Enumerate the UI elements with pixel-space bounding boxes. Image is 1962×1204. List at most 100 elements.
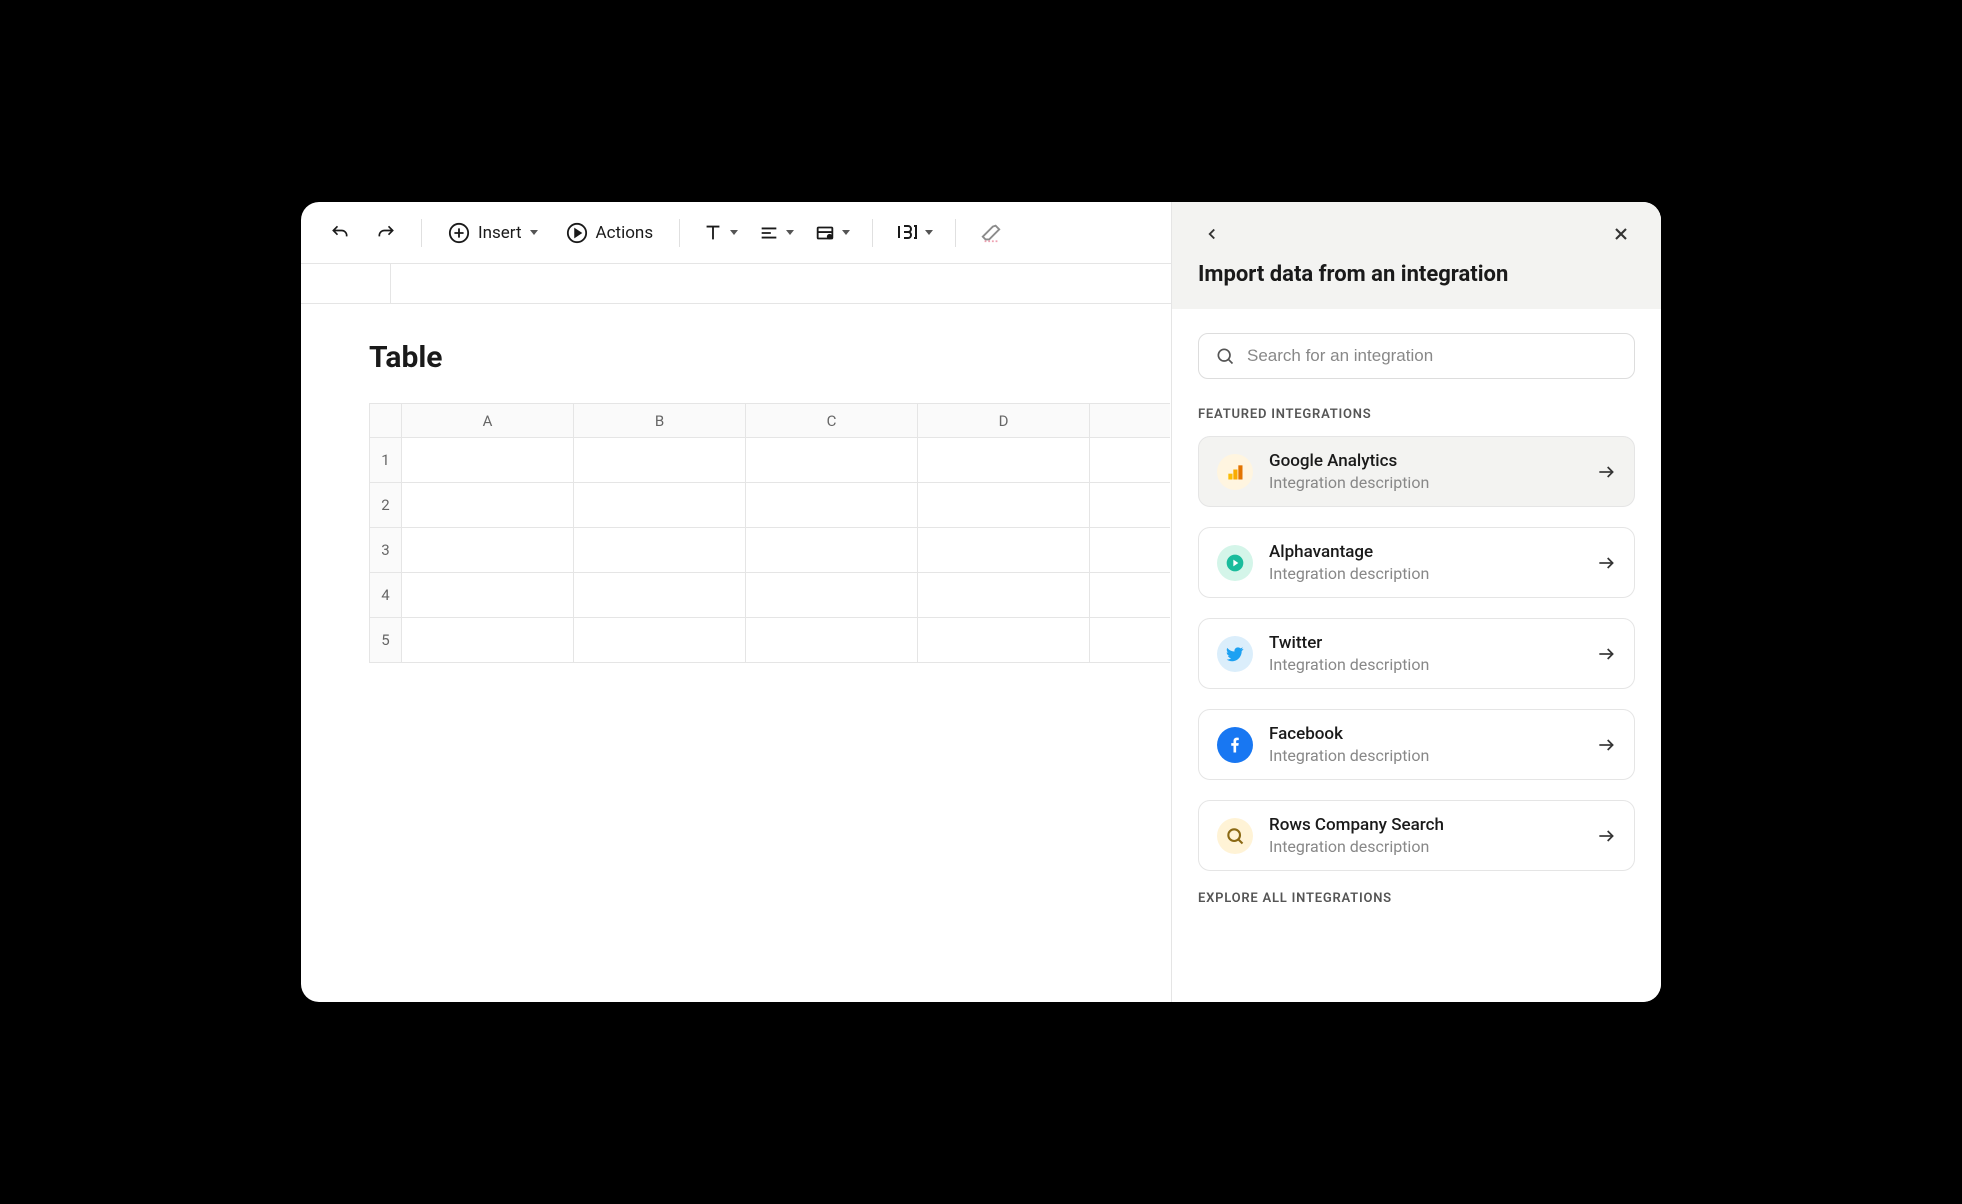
side-panel: Import data from an integration FEATURED…	[1171, 202, 1661, 1002]
toolbar-divider	[955, 219, 956, 247]
toolbar-divider	[872, 219, 873, 247]
chevron-down-icon	[786, 230, 794, 235]
integration-text: Rows Company SearchIntegration descripti…	[1269, 815, 1580, 856]
integration-name: Facebook	[1269, 724, 1580, 744]
cell[interactable]	[574, 573, 746, 618]
eraser-button[interactable]	[972, 214, 1010, 252]
cell[interactable]	[746, 528, 918, 573]
cell[interactable]	[918, 573, 1090, 618]
cell-reference-box[interactable]	[301, 264, 391, 303]
row-header[interactable]: 1	[370, 438, 402, 483]
actions-label: Actions	[596, 223, 654, 243]
cell[interactable]	[918, 438, 1090, 483]
cell[interactable]	[746, 483, 918, 528]
close-icon	[1611, 224, 1631, 244]
search-input[interactable]	[1247, 346, 1618, 366]
cell[interactable]	[402, 528, 574, 573]
chevron-down-icon	[842, 230, 850, 235]
integration-name: Rows Company Search	[1269, 815, 1580, 835]
redo-button[interactable]	[367, 214, 405, 252]
cell[interactable]	[918, 483, 1090, 528]
column-header[interactable]: A	[402, 404, 574, 438]
row-header[interactable]: 5	[370, 618, 402, 663]
arrow-right-icon	[1596, 553, 1616, 573]
integration-icon	[1217, 545, 1253, 581]
cell[interactable]	[574, 618, 746, 663]
cell[interactable]	[1090, 573, 1170, 618]
integration-icon	[1217, 727, 1253, 763]
panel-body: FEATURED INTEGRATIONS Google Analytics In…	[1172, 309, 1661, 1002]
integration-name: Alphavantage	[1269, 542, 1580, 562]
cell[interactable]	[746, 573, 918, 618]
integration-icon	[1217, 636, 1253, 672]
plus-circle-icon	[448, 222, 470, 244]
column-header[interactable]: C	[746, 404, 918, 438]
featured-section-label: FEATURED INTEGRATIONS	[1198, 407, 1635, 422]
explore-section-label: EXPLORE ALL INTEGRATIONS	[1198, 891, 1635, 906]
integration-description: Integration description	[1269, 655, 1580, 674]
spreadsheet-table: A B C D 12345	[369, 403, 1170, 663]
chevron-down-icon	[530, 230, 538, 235]
integration-text: Google Analytics Integration description	[1269, 451, 1580, 492]
close-button[interactable]	[1607, 220, 1635, 248]
cell[interactable]	[402, 438, 574, 483]
cell-format-menu[interactable]	[808, 214, 856, 252]
integration-card[interactable]: Twitter Integration description	[1198, 618, 1635, 689]
integration-description: Integration description	[1269, 746, 1580, 765]
column-header[interactable]	[1090, 404, 1170, 438]
integration-card[interactable]: Facebook Integration description	[1198, 709, 1635, 780]
back-button[interactable]	[1198, 220, 1226, 248]
cell[interactable]	[574, 528, 746, 573]
number-format-menu[interactable]	[889, 214, 939, 252]
row-header[interactable]: 4	[370, 573, 402, 618]
redo-icon	[376, 223, 396, 243]
cell[interactable]	[746, 438, 918, 483]
number-icon	[895, 222, 919, 244]
integration-card[interactable]: AlphavantageIntegration description	[1198, 527, 1635, 598]
integration-card[interactable]: Google Analytics Integration description	[1198, 436, 1635, 507]
integration-list: Google Analytics Integration description A…	[1198, 436, 1635, 871]
integration-description: Integration description	[1269, 473, 1580, 492]
actions-menu[interactable]: Actions	[556, 214, 664, 252]
integration-name: Google Analytics	[1269, 451, 1580, 471]
cell[interactable]	[1090, 438, 1170, 483]
row-header[interactable]: 3	[370, 528, 402, 573]
cell[interactable]	[402, 483, 574, 528]
align-menu[interactable]	[752, 214, 800, 252]
insert-label: Insert	[478, 223, 522, 243]
cell[interactable]	[574, 438, 746, 483]
insert-menu[interactable]: Insert	[438, 214, 548, 252]
cell-icon	[814, 222, 836, 244]
arrow-right-icon	[1596, 735, 1616, 755]
column-header[interactable]: D	[918, 404, 1090, 438]
table-corner[interactable]	[370, 404, 402, 438]
undo-button[interactable]	[321, 214, 359, 252]
cell[interactable]	[402, 573, 574, 618]
cell[interactable]	[1090, 618, 1170, 663]
integration-name: Twitter	[1269, 633, 1580, 653]
column-header[interactable]: B	[574, 404, 746, 438]
row-header[interactable]: 2	[370, 483, 402, 528]
cell[interactable]	[402, 618, 574, 663]
main-area: Insert Actions	[301, 202, 1171, 1002]
eraser-icon	[980, 222, 1002, 244]
integration-text: Facebook Integration description	[1269, 724, 1580, 765]
undo-icon	[330, 223, 350, 243]
formula-input[interactable]	[391, 264, 1171, 303]
table-title: Table	[369, 340, 1171, 375]
integration-icon	[1217, 818, 1253, 854]
cell[interactable]	[918, 618, 1090, 663]
toolbar-divider	[679, 219, 680, 247]
cell[interactable]	[918, 528, 1090, 573]
cell[interactable]	[1090, 483, 1170, 528]
integration-card[interactable]: Rows Company SearchIntegration descripti…	[1198, 800, 1635, 871]
integration-icon	[1217, 454, 1253, 490]
text-format-menu[interactable]	[696, 214, 744, 252]
cell[interactable]	[1090, 528, 1170, 573]
search-box[interactable]	[1198, 333, 1635, 379]
integration-text: Twitter Integration description	[1269, 633, 1580, 674]
cell[interactable]	[574, 483, 746, 528]
cell[interactable]	[746, 618, 918, 663]
panel-title: Import data from an integration	[1198, 262, 1635, 287]
toolbar-divider	[421, 219, 422, 247]
